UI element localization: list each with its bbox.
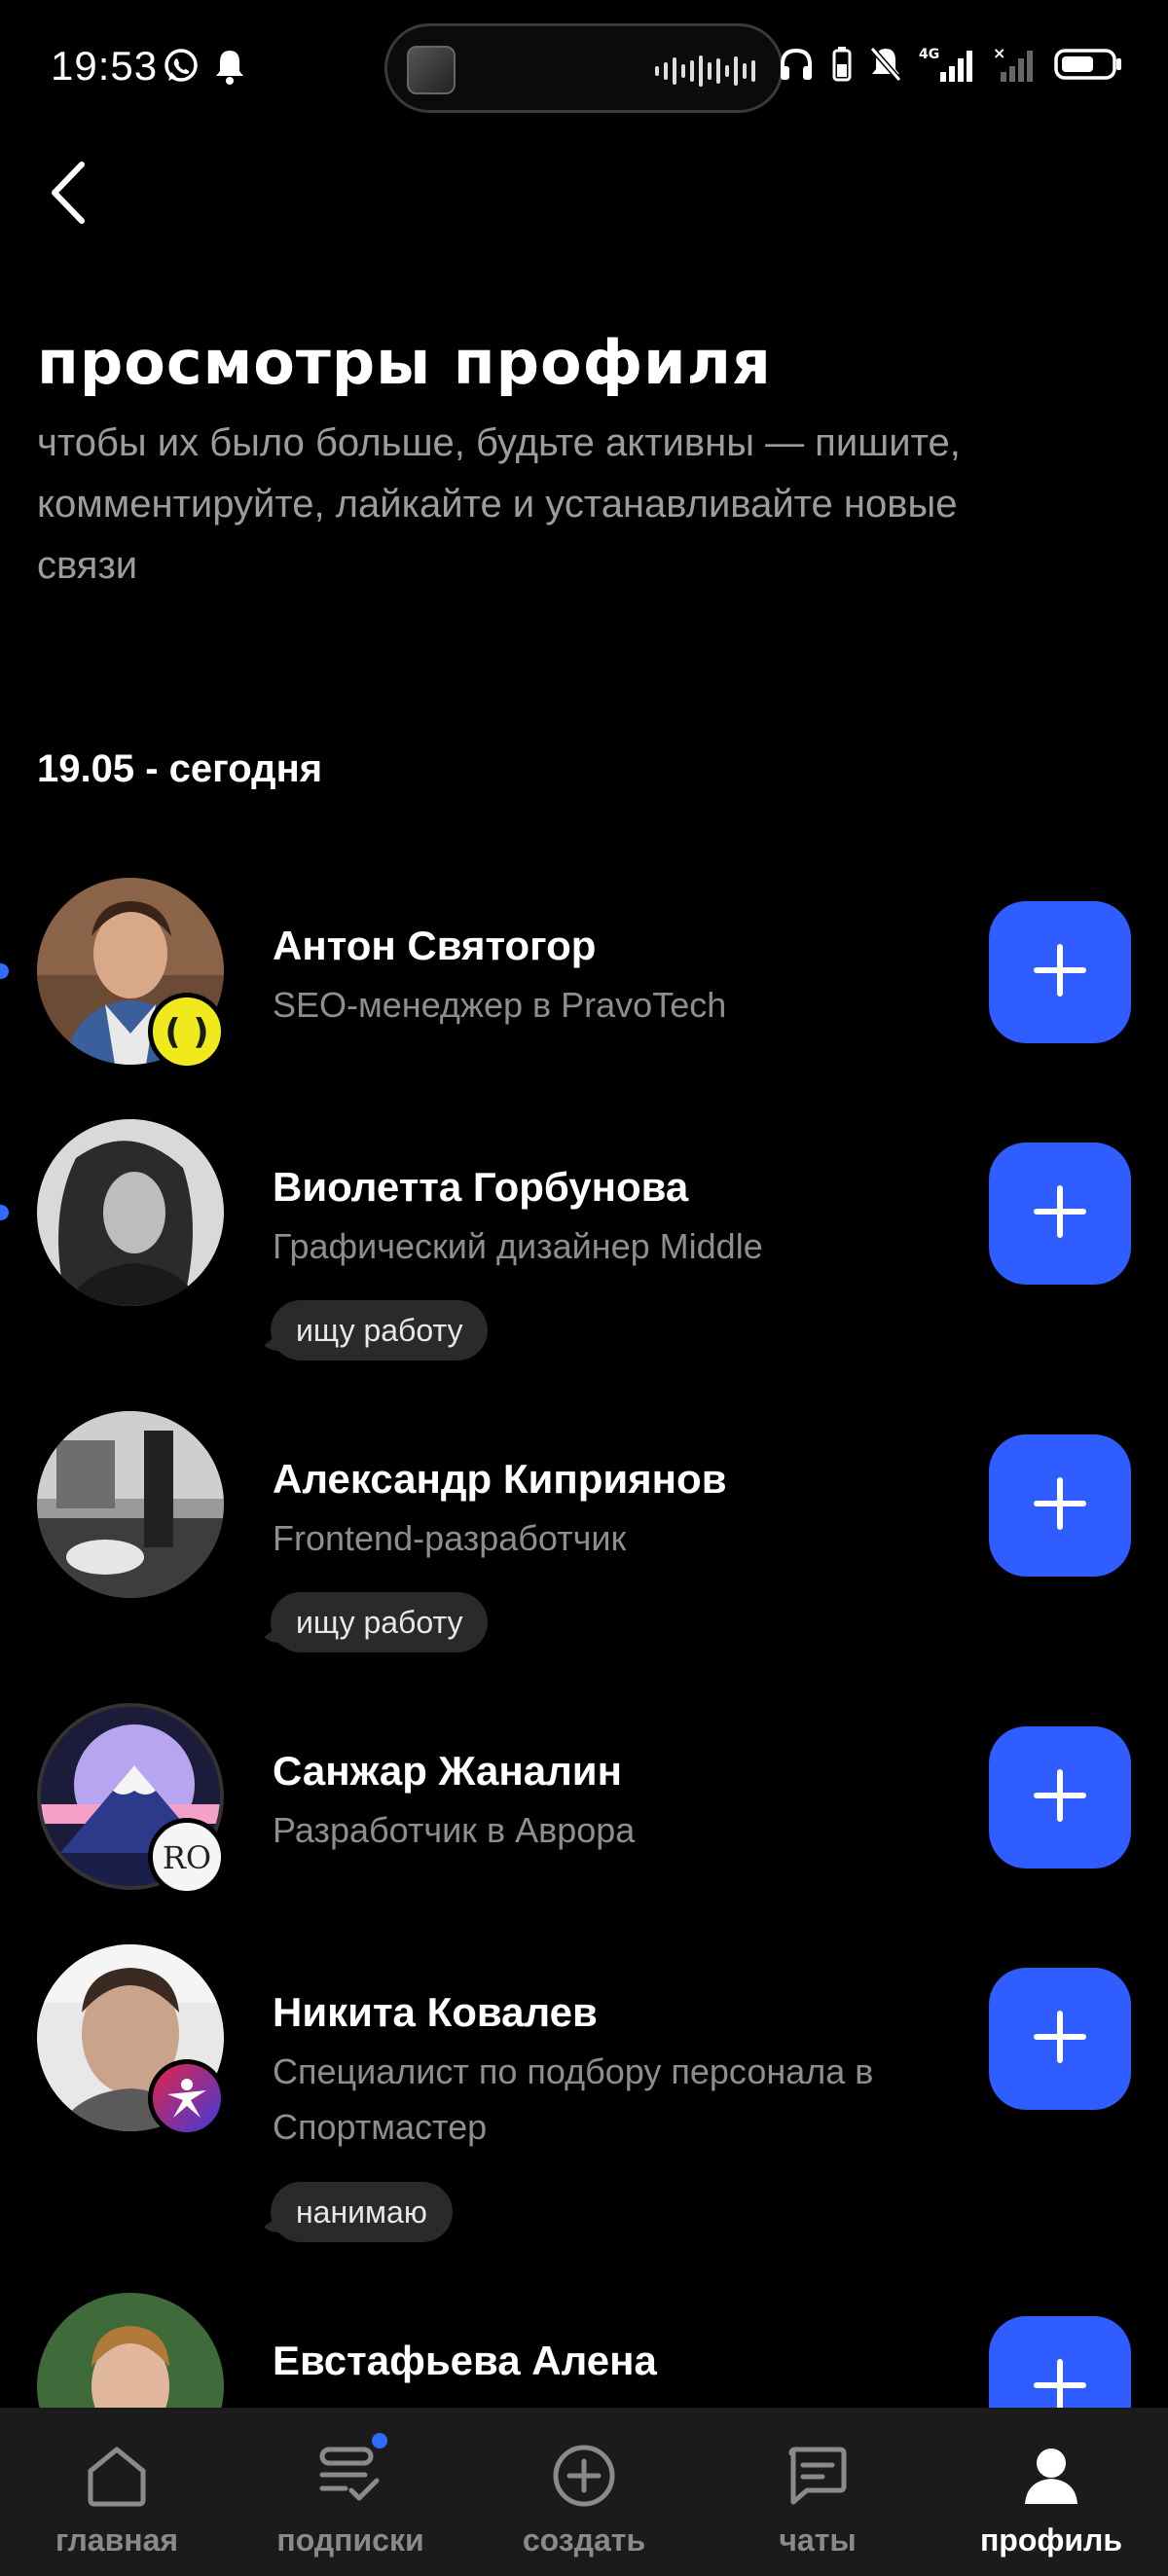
back-button[interactable] [39, 156, 97, 234]
nav-label-home: главная [55, 2522, 179, 2558]
bottom-navigation: главная подписки создать чаты профиль [0, 2408, 1168, 2576]
status-right-icons: 4G × [777, 44, 1123, 89]
subscriptions-icon [311, 2433, 389, 2515]
add-contact-button[interactable] [989, 1143, 1131, 1285]
bell-icon [212, 47, 247, 91]
person-role: Графический дизайнер Middle [273, 1226, 763, 1266]
nav-item-subscriptions[interactable]: подписки [234, 2408, 467, 2576]
nav-item-home[interactable]: главная [0, 2408, 234, 2576]
nav-label-chats: чаты [779, 2522, 857, 2558]
person-name[interactable]: Никита Ковалев [273, 1989, 598, 2036]
add-contact-button[interactable] [989, 1434, 1131, 1577]
whatsapp-icon [162, 47, 201, 91]
avatar[interactable] [37, 1411, 224, 1598]
home-icon [78, 2437, 156, 2515]
svg-text:×: × [993, 45, 1005, 62]
plus-icon [1031, 1182, 1089, 1246]
page-subtitle: чтобы их было больше, будьте активны — п… [37, 421, 961, 587]
dynamic-island-media[interactable] [384, 23, 784, 113]
person-name[interactable]: Александр Киприянов [273, 1456, 727, 1503]
audio-wave-icon [655, 54, 755, 89]
chevron-left-icon [47, 159, 90, 232]
add-contact-button[interactable] [989, 1726, 1131, 1869]
status-bar: 19:53 4G × [0, 0, 1168, 136]
plus-square-icon [545, 2437, 623, 2515]
status-badge: ищу работу [271, 1300, 489, 1361]
plus-icon [1031, 2008, 1089, 2071]
company-badge [148, 2059, 226, 2137]
status-badge: ищу работу [271, 1592, 489, 1652]
signal-4g-icon: 4G [919, 45, 975, 89]
signal-empty-icon: × [991, 44, 1038, 89]
unread-indicator [0, 1205, 9, 1220]
notification-dot [372, 2433, 387, 2449]
add-contact-button[interactable] [989, 901, 1131, 1043]
plus-icon [1031, 1766, 1089, 1830]
nav-item-profile[interactable]: профиль [934, 2408, 1168, 2576]
muted-bell-icon [868, 45, 903, 89]
add-contact-button[interactable] [989, 1968, 1131, 2110]
company-badge: RO [148, 1818, 226, 1896]
svg-text:( ): ( ) [164, 1012, 208, 1052]
unread-indicator [0, 963, 9, 979]
plus-icon [1031, 1474, 1089, 1538]
chat-icon [779, 2437, 857, 2515]
nav-item-create[interactable]: создать [467, 2408, 701, 2576]
person-name[interactable]: Санжар Жаналин [273, 1748, 622, 1795]
nav-item-chats[interactable]: чаты [701, 2408, 934, 2576]
date-range-label: 19.05 - сегодня [37, 747, 323, 790]
person-role: SEO-менеджер в PravoTech [273, 985, 727, 1025]
person-role: Специалист по подбору персонала в Спортм… [273, 2051, 874, 2147]
person-role: Разработчик в Аврора [273, 1810, 636, 1850]
company-badge: ( ) [148, 993, 226, 1070]
avatar[interactable] [37, 1119, 224, 1306]
person-name[interactable]: Виолетта Горбунова [273, 1164, 688, 1211]
network-type-label: 4G [919, 47, 939, 62]
nav-label-create: создать [522, 2522, 646, 2558]
media-thumbnail [407, 46, 456, 94]
person-name[interactable]: Евстафьева Алена [273, 2338, 657, 2384]
person-name[interactable]: Антон Святогор [273, 923, 596, 969]
page-title: просмотры профиля [37, 327, 772, 398]
status-left-icons [162, 47, 247, 91]
person-icon [1012, 2437, 1090, 2515]
nav-label-profile: профиль [979, 2522, 1123, 2558]
status-time: 19:53 [51, 43, 159, 89]
headphones-icon [777, 45, 816, 89]
status-badge: нанимаю [271, 2182, 453, 2242]
battery-small-icon [831, 45, 853, 89]
nav-label-subscriptions: подписки [276, 2522, 424, 2558]
company-badge-text: RO [163, 1839, 211, 1876]
person-role: Frontend-разработчик [273, 1518, 627, 1558]
plus-icon [1031, 941, 1089, 1004]
battery-icon [1053, 45, 1123, 89]
